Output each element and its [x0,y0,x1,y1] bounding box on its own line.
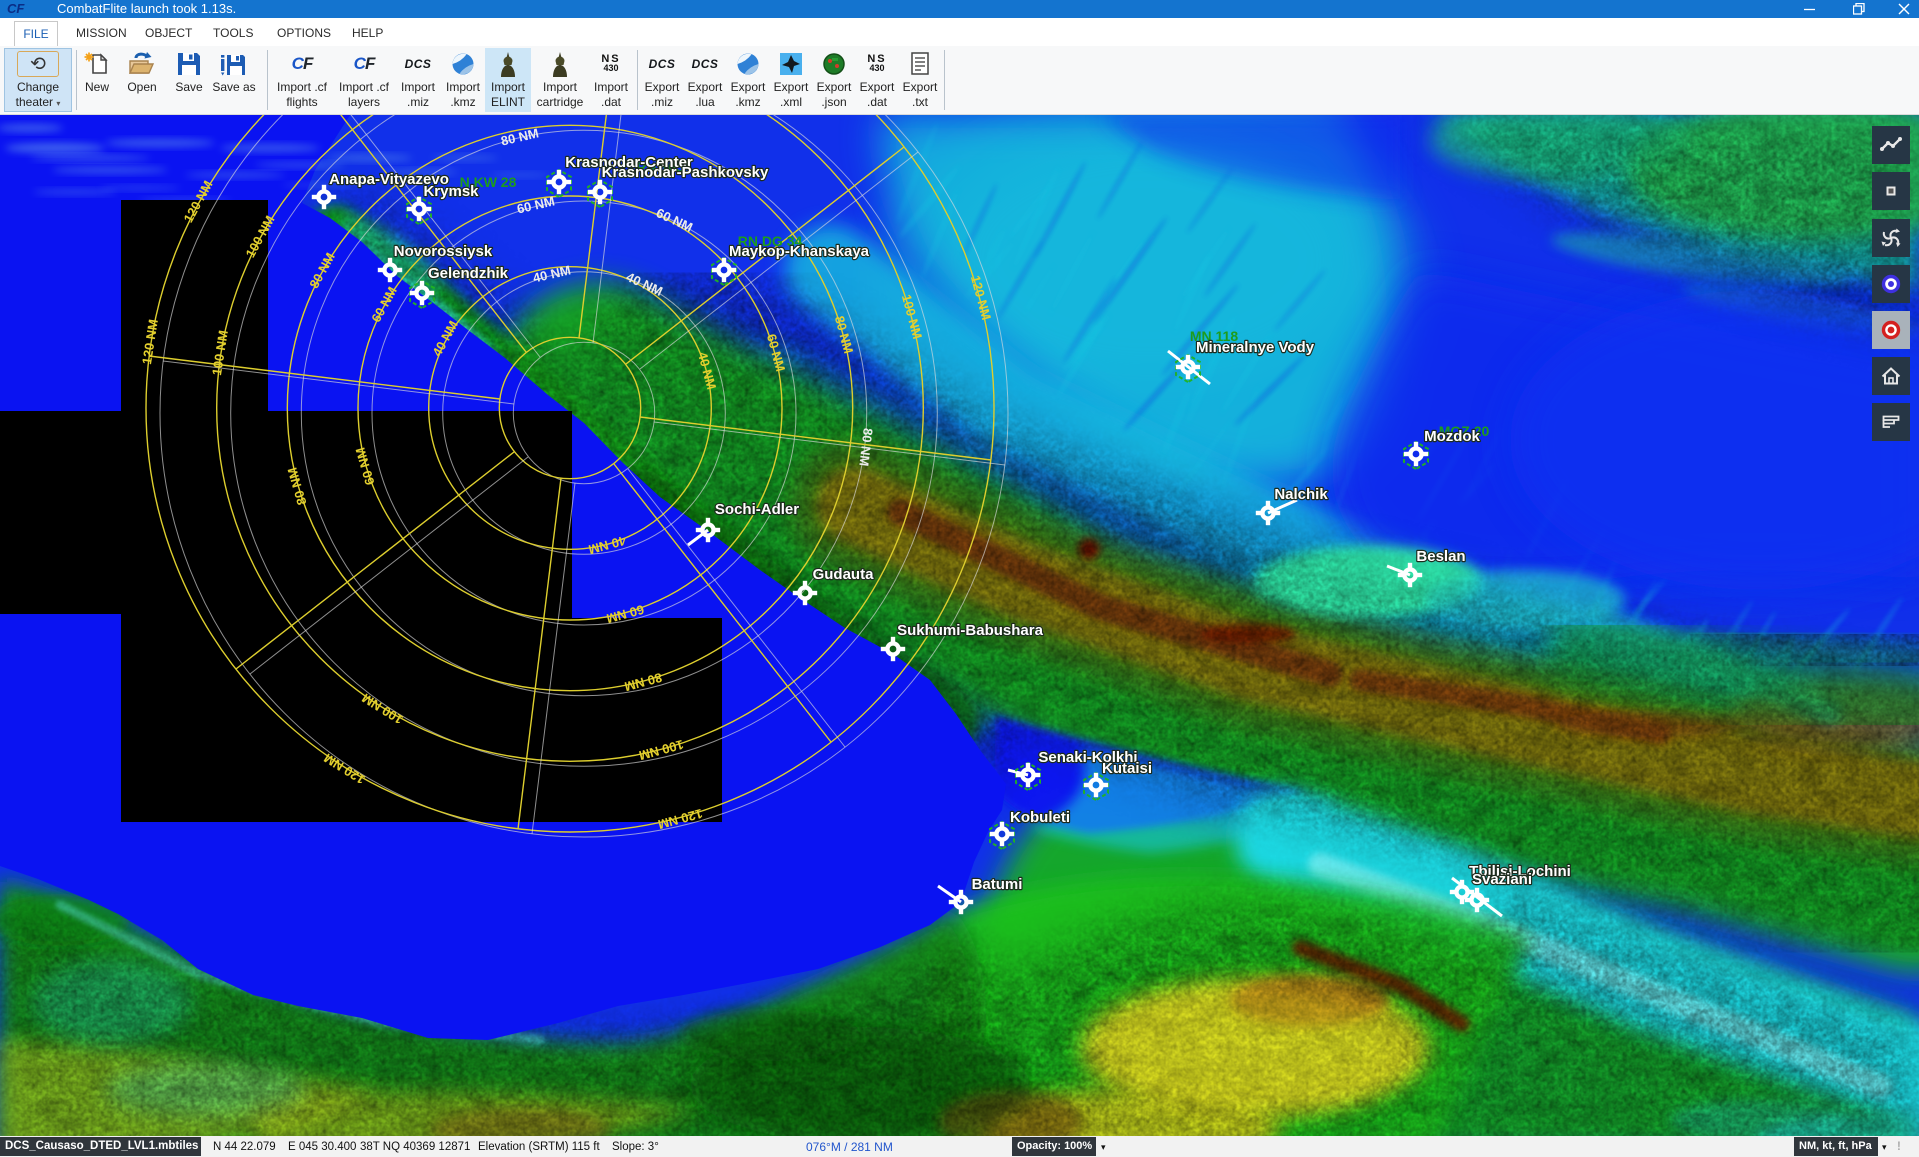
svg-text:Beslan: Beslan [1416,548,1465,565]
svg-text:Novorossiysk: Novorossiysk [394,243,493,260]
svg-text:Mozdok: Mozdok [1424,428,1480,445]
svg-text:Kobuleti: Kobuleti [1010,809,1070,826]
svg-text:Krasnodar-Pashkovsky: Krasnodar-Pashkovsky [602,164,769,181]
svg-text:Nalchik: Nalchik [1274,486,1328,503]
svg-text:Sukhumi-Babushara: Sukhumi-Babushara [897,622,1044,639]
svg-text:Maykop-Khanskaya: Maykop-Khanskaya [729,243,870,260]
svg-text:Krymsk: Krymsk [423,183,479,200]
svg-text:Gelendzhik: Gelendzhik [428,265,509,282]
svg-text:Svaziani: Svaziani [1472,871,1532,888]
svg-text:Sochi-Adler: Sochi-Adler [715,501,799,518]
svg-text:Kutaisi: Kutaisi [1102,760,1152,777]
svg-text:Batumi: Batumi [972,876,1023,893]
svg-text:Mineralnye Vody: Mineralnye Vody [1196,339,1315,356]
svg-text:Gudauta: Gudauta [813,566,874,583]
